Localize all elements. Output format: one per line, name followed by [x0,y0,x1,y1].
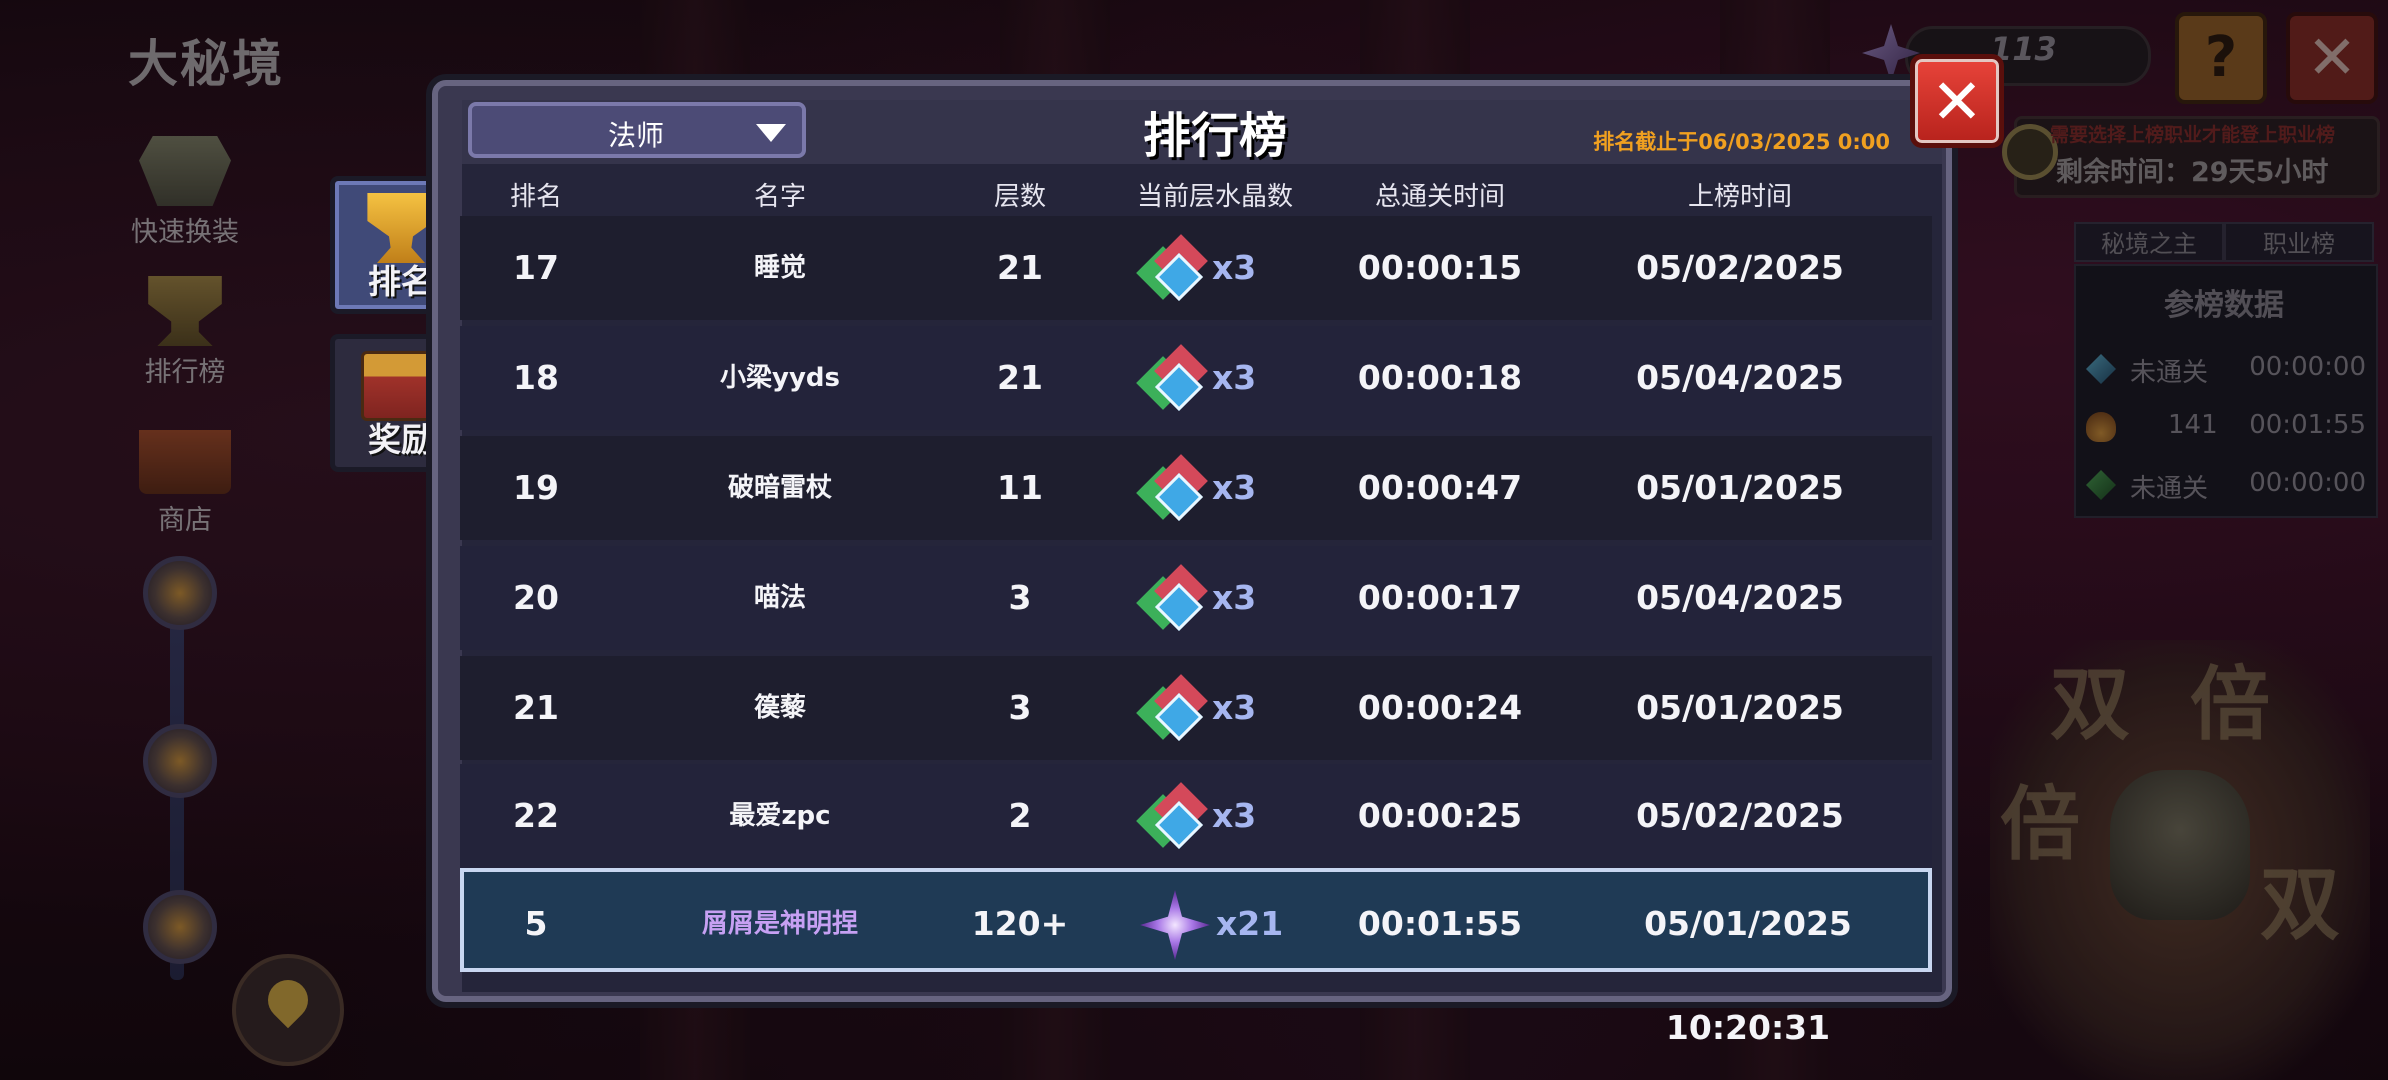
crystal-icon [1136,454,1208,522]
crystal-count: x3 [1212,578,1257,617]
crystal-count: x3 [1212,688,1257,727]
name-cell: 屑屑是神明捏 [701,909,858,939]
crystal-count: x3 [1212,796,1257,835]
total-time-cell: 00:00:17 [1357,578,1523,617]
crystal-count: x3 [1212,248,1257,287]
name-cell: 小梁yyds [720,363,840,393]
floor-cell: 21 [997,358,1043,397]
floor-cell: 2 [1008,796,1032,835]
crystal-icon [1136,674,1208,742]
crystal-icon [1136,564,1208,632]
crystal-icon [1136,234,1208,302]
cutoff-notice: 排名截止于06/03/2025 0:00 [1593,130,1890,154]
floor-cell: 120+ [971,904,1069,943]
chevron-down-icon [756,124,786,142]
floor-cell: 3 [1008,578,1032,617]
class-dropdown-value: 法师 [608,119,665,152]
name-cell: 篌藜 [753,693,806,723]
rank-cell: 19 [513,468,559,507]
table-row[interactable]: 17 睡觉 21 x3 00:00:15 05/02/2025 09:33:07 [460,216,1932,391]
treasure-chest-icon [361,351,441,421]
total-time-cell: 00:00:47 [1357,468,1523,507]
close-button[interactable]: ✕ [1910,54,2004,148]
floor-cell: 3 [1008,688,1032,727]
crystal-count: x3 [1212,358,1257,397]
col-header-name: 名字 [753,182,806,212]
table-row[interactable]: 20 喵法 3 x3 00:00:17 05/04/2025 09:41:01 [460,546,1932,721]
listed-time-cell: 05/01/2025 18:18:31 [1636,468,1844,611]
listed-time-cell: 05/02/2025 09:33:07 [1636,248,1844,391]
rank-cell: 5 [524,904,548,943]
table-row[interactable]: 21 篌藜 3 x3 00:00:24 05/01/2025 21:19:20 [460,656,1932,831]
name-cell: 破暗雷杖 [727,473,832,503]
rank-cell: 20 [513,578,559,617]
col-header-listed-time: 上榜时间 [1687,182,1792,212]
rank-cell: 17 [513,248,559,287]
close-icon: ✕ [1931,65,1983,138]
rank-cell: 21 [513,688,559,727]
crystal-count: x3 [1212,468,1257,507]
star-crystal-icon [1140,890,1210,960]
total-time-cell: 00:00:15 [1357,248,1523,287]
name-cell: 睡觉 [753,253,806,283]
total-time-cell: 00:00:24 [1357,688,1523,727]
total-time-cell: 00:01:55 [1357,904,1523,943]
name-cell: 喵法 [753,583,806,613]
floor-cell: 11 [997,468,1043,507]
total-time-cell: 00:00:18 [1357,358,1523,397]
name-cell: 最爱zpc [729,801,831,831]
col-header-floor: 层数 [993,182,1046,212]
col-header-total-time: 总通关时间 [1374,182,1505,212]
table-row[interactable]: 18 小梁yyds 21 x3 00:00:18 05/04/2025 04:5… [460,326,1932,501]
crystal-icon [1136,344,1208,412]
class-dropdown[interactable]: 法师 [468,102,806,158]
table-row[interactable]: 22 最爱zpc 2 x3 00:00:25 05/02/2025 13:30:… [460,764,1932,939]
rank-cell: 18 [513,358,559,397]
listed-time-cell: 05/01/2025 21:19:20 [1636,688,1844,831]
leaderboard-title: 排行榜 [1142,108,1287,164]
my-rank-row[interactable]: 5 屑屑是神明捏 120+ x21 00:01:55 05/01/2025 10… [460,868,1932,1047]
col-header-crystals: 当前层水晶数 [1136,182,1293,212]
listed-time-cell: 05/02/2025 13:30:43 [1636,796,1844,939]
total-time-cell: 00:00:25 [1357,796,1523,835]
trophy-icon [367,193,435,263]
floor-cell: 21 [997,248,1043,287]
listed-time-cell: 05/04/2025 09:41:01 [1636,578,1844,721]
col-header-rank: 排名 [509,182,562,212]
table-row[interactable]: 19 破暗雷杖 11 x3 00:00:47 05/01/2025 18:18:… [460,436,1932,611]
listed-time-cell: 05/01/2025 10:20:31 [1644,904,1852,1047]
rank-cell: 22 [513,796,559,835]
crystal-icon [1136,782,1208,850]
listed-time-cell: 05/04/2025 04:51:24 [1636,358,1844,501]
crystal-count: x21 [1216,904,1284,943]
